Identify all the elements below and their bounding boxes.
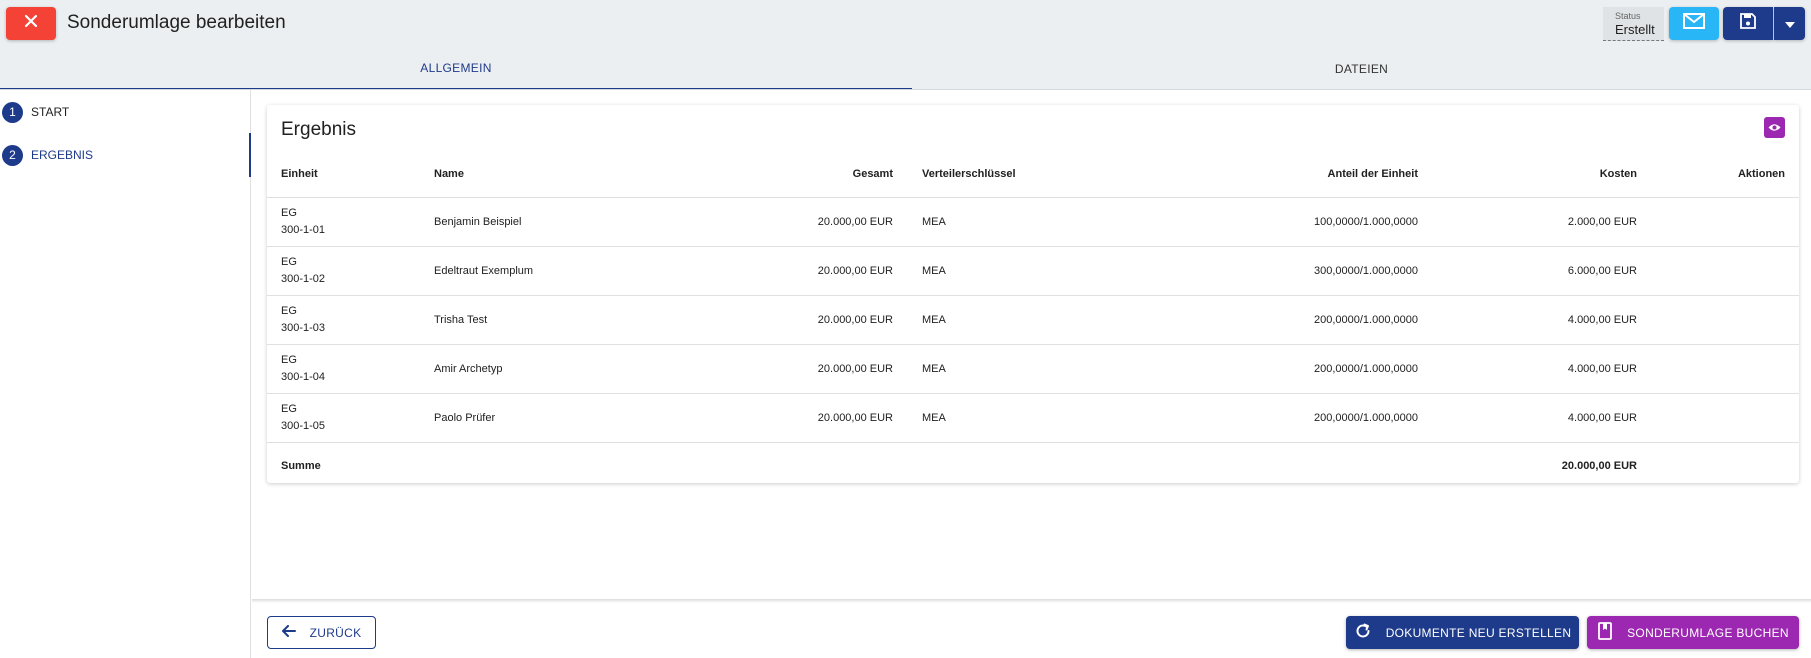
column-header-kosten[interactable]: Kosten — [1467, 151, 1637, 197]
unit-cell: EG 300-1-03 — [281, 296, 325, 344]
unit-cell: EG 300-1-01 — [281, 198, 325, 246]
step-number: 1 — [2, 101, 23, 123]
step-number: 2 — [2, 144, 23, 166]
total-amount: 20.000,00 EUR — [817, 265, 893, 277]
regenerate-documents-button[interactable]: DOKUMENTE NEU ERSTELLEN — [1346, 616, 1579, 649]
table-row[interactable]: EG 300-1-01 Benjamin Beispiel 20.000,00 … — [267, 197, 1799, 246]
cost-amount: 6.000,00 EUR — [1567, 265, 1637, 277]
send-mail-button[interactable] — [1669, 7, 1719, 40]
step-start[interactable]: 1 START — [0, 90, 251, 134]
sum-value: 20.000,00 EUR — [1561, 459, 1637, 472]
owner-name: Edeltraut Exemplum — [434, 265, 534, 277]
back-button[interactable]: ZURÜCK — [267, 616, 376, 649]
cost-amount: 4.000,00 EUR — [1567, 363, 1637, 375]
save-icon — [1740, 13, 1756, 34]
back-button-label: ZURÜCK — [309, 625, 362, 640]
distribution-key: MEA — [922, 314, 946, 326]
total-amount: 20.000,00 EUR — [817, 363, 893, 375]
column-header-anteil[interactable]: Anteil der Einheit — [1167, 151, 1418, 197]
page-title: Sonderumlage bearbeiten — [67, 12, 286, 33]
book-icon — [1597, 622, 1627, 643]
owner-name: Benjamin Beispiel — [434, 216, 522, 228]
save-options-button[interactable] — [1774, 7, 1805, 40]
result-card: Ergebnis Einheit Name Gesamt Verteilersc… — [267, 105, 1799, 483]
step-label: START — [31, 105, 70, 119]
status-label: Status — [1615, 11, 1641, 21]
step-ergebnis[interactable]: 2 ERGEBNIS — [0, 133, 251, 177]
preview-button[interactable] — [1764, 117, 1785, 138]
arrow-left-icon — [281, 625, 310, 640]
unit-number: 300-1-05 — [281, 420, 326, 432]
unit-share: 200,0000/1.000,0000 — [1314, 412, 1418, 424]
footer-divider — [252, 599, 1811, 603]
column-header-einheit[interactable]: Einheit — [281, 151, 318, 197]
unit-number: 300-1-02 — [281, 273, 326, 285]
step-label: ERGEBNIS — [31, 148, 94, 162]
unit-cell: EG 300-1-05 — [281, 394, 325, 442]
table-row[interactable]: EG 300-1-04 Amir Archetyp 20.000,00 EUR … — [267, 344, 1799, 393]
distribution-key: MEA — [922, 412, 946, 424]
stepper-sidebar: 1 START 2 ERGEBNIS — [0, 90, 251, 658]
refresh-icon — [1354, 622, 1386, 643]
book-special-levy-label: SONDERUMLAGE BUCHEN — [1627, 625, 1789, 640]
owner-name: Paolo Prüfer — [434, 412, 496, 424]
table-row[interactable]: EG 300-1-03 Trisha Test 20.000,00 EUR ME… — [267, 295, 1799, 344]
top-bar: Sonderumlage bearbeiten Status Erstellt … — [0, 0, 1811, 90]
distribution-key: MEA — [922, 265, 946, 277]
tab-dateien[interactable]: DATEIEN — [912, 48, 1811, 90]
mail-icon — [1683, 13, 1705, 34]
table-row[interactable]: EG 300-1-05 Paolo Prüfer 20.000,00 EUR M… — [267, 393, 1799, 442]
unit-cell: EG 300-1-04 — [281, 345, 325, 393]
unit-share: 100,0000/1.000,0000 — [1314, 216, 1418, 228]
close-button[interactable] — [6, 7, 56, 40]
header-divider — [0, 89, 1811, 90]
distribution-key: MEA — [922, 216, 946, 228]
save-button[interactable] — [1723, 7, 1773, 40]
unit-number: 300-1-04 — [281, 371, 326, 383]
column-header-gesamt[interactable]: Gesamt — [707, 151, 893, 197]
unit-number: 300-1-03 — [281, 322, 326, 334]
column-header-aktionen: Aktionen — [1737, 168, 1785, 180]
status-value: Erstellt — [1615, 22, 1655, 37]
total-amount: 20.000,00 EUR — [817, 314, 893, 326]
book-special-levy-button[interactable]: SONDERUMLAGE BUCHEN — [1587, 616, 1799, 649]
unit-number: 300-1-01 — [281, 224, 326, 236]
unit-share: 200,0000/1.000,0000 — [1314, 363, 1418, 375]
total-amount: 20.000,00 EUR — [817, 412, 893, 424]
status-field: Status Erstellt — [1603, 7, 1664, 41]
owner-name: Trisha Test — [434, 314, 488, 326]
sum-row: Summe 20.000,00 EUR — [267, 442, 1799, 488]
unit-share: 200,0000/1.000,0000 — [1314, 314, 1418, 326]
unit-share: 300,0000/1.000,0000 — [1314, 265, 1418, 277]
unit-floor: EG — [281, 354, 297, 366]
total-amount: 20.000,00 EUR — [817, 216, 893, 228]
unit-cell: EG 300-1-02 — [281, 247, 325, 295]
column-header-verteilerschluessel[interactable]: Verteilerschlüssel — [922, 151, 1016, 197]
regenerate-documents-label: DOKUMENTE NEU ERSTELLEN — [1385, 625, 1572, 640]
unit-floor: EG — [281, 256, 297, 268]
eye-icon — [1768, 119, 1781, 137]
cost-amount: 2.000,00 EUR — [1567, 216, 1637, 228]
close-icon — [24, 14, 38, 33]
sum-label: Summe — [281, 459, 321, 472]
distribution-key: MEA — [922, 363, 946, 375]
column-header-name[interactable]: Name — [434, 151, 464, 197]
cost-amount: 4.000,00 EUR — [1567, 412, 1637, 424]
unit-floor: EG — [281, 403, 297, 415]
card-title: Ergebnis — [281, 119, 356, 140]
tab-allgemein[interactable]: ALLGEMEIN — [0, 48, 912, 90]
chevron-down-icon — [1784, 15, 1795, 33]
unit-floor: EG — [281, 305, 297, 317]
unit-floor: EG — [281, 207, 297, 219]
owner-name: Amir Archetyp — [434, 363, 503, 375]
cost-amount: 4.000,00 EUR — [1567, 314, 1637, 326]
table-row[interactable]: EG 300-1-02 Edeltraut Exemplum 20.000,00… — [267, 246, 1799, 295]
